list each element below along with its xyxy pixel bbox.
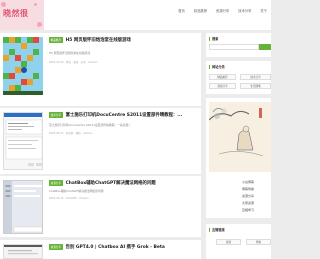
friend-links-widget: 友情链接 资源 博客 (206, 224, 271, 259)
category-widget: 网站分类 精品推荐 技术分享 资源分享 生活随笔 (206, 61, 271, 94)
site-header: 晓然很 首页 精品推荐 资源分享 技术分享 关于 (0, 0, 271, 30)
featured-painting[interactable] (209, 102, 271, 172)
sidebar-link[interactable]: 资源分享 (242, 194, 254, 198)
flower-decoration-icon (1, 2, 6, 7)
post-card[interactable]: 技术分享 富士施乐打印机DocuCentre S2011设置部件晴教程：... … (0, 108, 201, 174)
post-card[interactable]: 精品推荐 H5 网页版怀旧炮泡堂在线版游戏 H5 网页版怀旧炮泡堂在线版游戏 2… (0, 33, 201, 106)
sidebar-link[interactable]: 博客导航 (242, 187, 254, 191)
post-meta: 2023-08-17 · 打印机 · 教程 · xiaoran (49, 132, 93, 135)
search-button[interactable] (259, 44, 271, 50)
category-widget-title: 网站分类 (212, 65, 225, 69)
main-nav: 首页 精品推荐 资源分享 技术分享 关于 (178, 8, 271, 13)
sidebar-link[interactable]: 大家资源 (242, 201, 254, 205)
category-badge[interactable]: 资源分享 (49, 180, 63, 186)
nav-item-tech[interactable]: 技术分享 (238, 8, 251, 13)
post-card[interactable]: 资源分享 ChatBox辅助ChatGPT解决魔法网络的问题 ChatBox辅助… (0, 176, 201, 237)
nav-item-home[interactable]: 首页 (178, 8, 185, 13)
post-thumbnail[interactable] (3, 37, 43, 95)
article-thumbnail-image (4, 245, 42, 258)
featured-widget: 小白博客 博客导航 资源分享 大家资源 互相学习 (206, 98, 271, 218)
flower-decoration-icon (34, 3, 37, 6)
category-button[interactable]: 技术分享 (240, 74, 271, 80)
category-badge[interactable]: 精品推荐 (49, 37, 63, 43)
app-screenshot-image (4, 181, 42, 233)
friend-links-title: 友情链接 (212, 228, 225, 232)
sidebar-link[interactable]: 小白博客 (242, 180, 254, 184)
post-thumbnail[interactable] (3, 244, 43, 259)
post-thumbnail[interactable] (3, 112, 43, 170)
ink-painting-image (209, 102, 271, 172)
search-input[interactable] (209, 44, 259, 50)
friend-link-button[interactable]: 资源 (216, 239, 241, 245)
post-excerpt: ChatBox辅助ChatGPT解决魔法网络的问题 (49, 189, 104, 193)
post-title[interactable]: 告别 GPT4.0 | Chatbox AI 携手 Grok - Beta (66, 244, 165, 250)
category-button[interactable]: 资源分享 (209, 83, 236, 89)
category-button[interactable]: 生活随笔 (240, 83, 271, 89)
post-title[interactable]: ChatBox辅助ChatGPT解决魔法网络的问题 (66, 180, 156, 186)
post-title[interactable]: 富士施乐打印机DocuCentre S2011设置部件晴教程：... (66, 112, 183, 118)
post-meta: 2023-10-24 · 怀旧 · 游戏 · 分享 · xiaoran (49, 61, 98, 64)
title-bar-icon (209, 227, 210, 232)
logo-text: 晓然很 (3, 8, 29, 18)
category-button[interactable]: 精品推荐 (209, 74, 236, 80)
search-widget: 搜索 (206, 33, 271, 57)
search-widget-title: 搜索 (212, 37, 219, 41)
game-screenshot-image (3, 37, 43, 95)
post-meta: 2023-05-11 · ChatGPT · xiaoran (49, 197, 89, 200)
nav-item-resources[interactable]: 资源分享 (216, 8, 229, 13)
dialog-screenshot-image (4, 113, 42, 169)
nav-item-about[interactable]: 关于 (260, 8, 267, 13)
nav-item-recommend[interactable]: 精品推荐 (194, 8, 207, 13)
flower-decoration-icon (37, 22, 42, 27)
site-logo[interactable]: 晓然很 (0, 0, 44, 30)
post-card[interactable]: 资源分享 告别 GPT4.0 | Chatbox AI 携手 Grok - Be… (0, 240, 201, 259)
category-badge[interactable]: 资源分享 (49, 244, 63, 250)
title-bar-icon (209, 36, 210, 41)
post-title[interactable]: H5 网页版怀旧炮泡堂在线版游戏 (66, 37, 131, 43)
title-bar-icon (209, 64, 210, 69)
post-thumbnail[interactable] (3, 180, 43, 234)
friend-link-button[interactable]: 博客 (246, 239, 271, 245)
post-excerpt: 富士施乐打印机DocuCentre S2011设置部件晴教程：一看就懂！ (49, 123, 132, 127)
sidebar-link[interactable]: 互相学习 (242, 208, 254, 212)
category-badge[interactable]: 技术分享 (49, 112, 63, 118)
post-excerpt: H5 网页版怀旧炮泡堂在线版游戏 (49, 51, 91, 55)
